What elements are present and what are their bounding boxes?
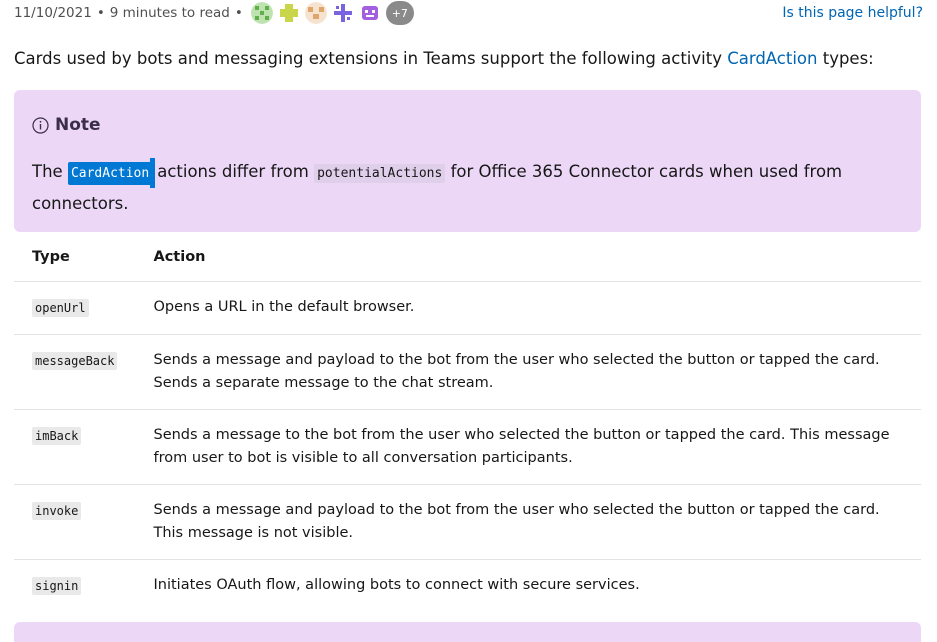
cardaction-link[interactable]: CardAction [727, 49, 817, 68]
note-text: The CardAction actions differ from potent… [32, 157, 903, 219]
contributor-avatar-icon[interactable] [250, 2, 273, 24]
potentialactions-code: potentialActions [314, 164, 446, 183]
intro-paragraph: Cards used by bots and messaging extensi… [14, 46, 923, 72]
action-cell: Opens a URL in the default browser. [135, 281, 921, 335]
article-metadata: 11/10/2021 • 9 minutes to read • +7 Is t… [14, 0, 923, 26]
intro-text-end: types: [817, 49, 874, 68]
contributor-avatar-icon[interactable] [304, 2, 327, 24]
type-cell: invoke [14, 484, 136, 560]
more-contributors-badge[interactable]: +7 [385, 1, 414, 25]
action-cell: Sends a message to the bot from the user… [135, 409, 921, 485]
table-header-row: Type Action [14, 233, 921, 282]
type-code: openUrl [32, 299, 89, 317]
table-row: imBack Sends a message to the bot from t… [14, 409, 921, 485]
publish-date: 11/10/2021 [14, 5, 92, 21]
note-title: Note [55, 115, 101, 135]
intro-text: Cards used by bots and messaging extensi… [14, 49, 728, 68]
action-cell: Initiates OAuth flow, allowing bots to c… [153, 577, 640, 593]
column-header-type: Type [14, 233, 136, 282]
contributor-avatar-icon[interactable] [277, 2, 300, 24]
action-cell: Sends a message and payload to the bot f… [135, 334, 921, 410]
next-callout-edge [14, 622, 921, 642]
cardaction-code-selected[interactable]: CardAction [67, 162, 153, 185]
type-cell: messageBack [14, 334, 136, 410]
note-heading: Note [32, 113, 903, 137]
type-cell: signin [14, 560, 135, 613]
contributor-avatar-icon[interactable] [358, 2, 381, 24]
note-text-middle: actions differ from [157, 162, 315, 181]
type-cell: imBack [14, 409, 136, 485]
bullet-separator: • [96, 5, 105, 21]
note-callout: Note The CardAction actions differ from p… [14, 90, 921, 232]
type-code: signin [32, 577, 82, 595]
info-icon [32, 116, 49, 134]
table-row: invoke Sends a message and payload to th… [14, 484, 921, 560]
table-row: signin Initiates OAuth flow, allowing bo… [14, 560, 921, 613]
bullet-separator: • [234, 5, 243, 21]
table-row: openUrl Opens a URL in the default brows… [14, 281, 921, 335]
page-helpful-link[interactable]: Is this page helpful? [782, 5, 923, 21]
type-code: imBack [32, 427, 82, 445]
card-action-types-table: Type Action openUrl Opens a URL in the d… [14, 233, 921, 612]
contributors-list[interactable]: +7 [250, 1, 414, 25]
read-time: 9 minutes to read [109, 5, 230, 21]
contributor-avatar-icon[interactable] [331, 2, 354, 24]
type-cell: openUrl [14, 281, 136, 335]
note-text-start: The [32, 162, 68, 181]
column-header-action: Action [135, 233, 921, 282]
type-code: messageBack [32, 352, 118, 370]
table-row: messageBack Sends a message and payload … [14, 334, 921, 410]
type-code: invoke [32, 502, 82, 520]
text-selection-caret [150, 157, 156, 188]
action-cell: Sends a message and payload to the bot f… [135, 484, 921, 560]
